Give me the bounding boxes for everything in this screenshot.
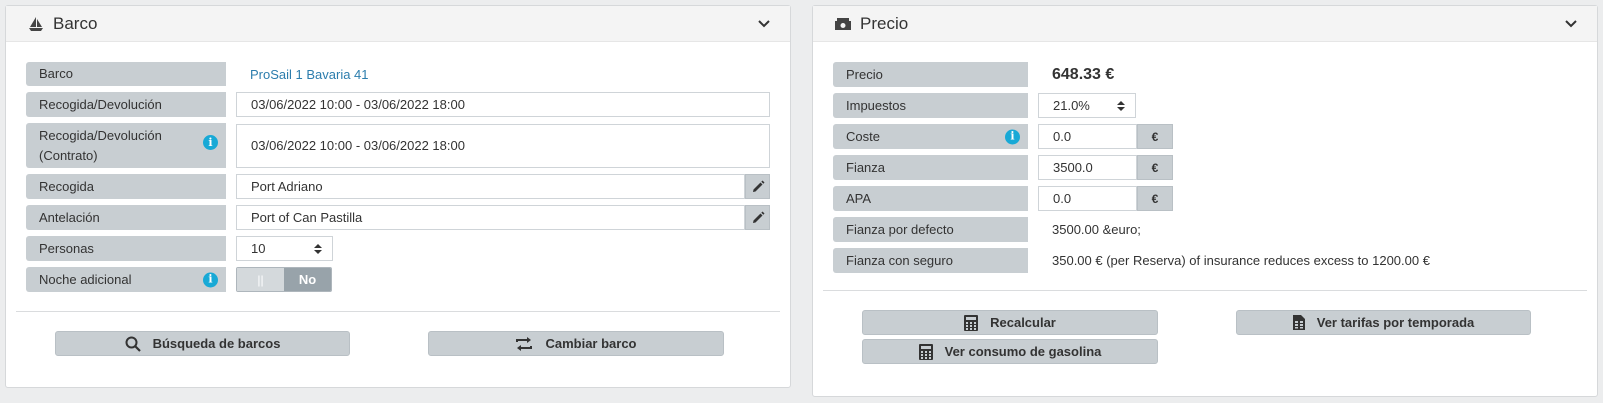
edit-pickup-button[interactable] [745, 174, 770, 199]
field-label: Coste i [833, 124, 1028, 149]
pencil-icon [752, 180, 764, 192]
divider [16, 311, 780, 312]
field-pickup-return: Recogida/Devolución 03/06/2022 10:00 - 0… [26, 92, 770, 117]
sailboat-icon [26, 14, 46, 34]
field-persons: Personas 10 [26, 236, 770, 261]
price-value: 648.33 € [1052, 65, 1115, 83]
change-boat-label: Cambiar barco [545, 336, 637, 351]
calculator-icon [918, 343, 933, 360]
field-label: Antelación [26, 205, 226, 230]
extra-night-toggle[interactable]: || No [236, 267, 332, 292]
search-boats-button[interactable]: Búsqueda de barcos [55, 331, 350, 356]
field-label: Fianza con seguro [833, 248, 1028, 273]
info-icon[interactable]: i [1005, 129, 1020, 144]
price-panel-title: Precio [860, 13, 909, 33]
field-default-deposit: Fianza por defecto 3500.00 &euro; [833, 217, 1577, 242]
field-pickup: Recogida Port Adriano [26, 174, 770, 199]
edit-advance-button[interactable] [745, 205, 770, 230]
default-deposit-value: 3500.00 &euro; [1052, 222, 1141, 237]
sort-icon[interactable] [1117, 100, 1125, 111]
field-label-line2: (Contrato) [39, 147, 98, 163]
boat-panel: Barco Barco ProSail 1 Bavaria 41 Recogid… [5, 5, 791, 388]
deposit-input[interactable]: 3500.0 [1038, 155, 1137, 180]
pickup-return-input[interactable]: 03/06/2022 10:00 - 03/06/2022 18:00 [236, 92, 770, 117]
fuel-consumption-button[interactable]: Ver consumo de gasolina [862, 339, 1158, 364]
field-label-line1: Recogida/Devolución [39, 127, 162, 143]
field-cost: Coste i 0.0 € [833, 124, 1577, 149]
apa-input[interactable]: 0.0 [1038, 186, 1137, 211]
season-rates-label: Ver tarifas por temporada [1316, 315, 1475, 330]
info-icon[interactable]: i [203, 272, 218, 287]
field-label: Precio [833, 62, 1028, 87]
calculator-icon [964, 314, 979, 331]
pickup-input[interactable]: Port Adriano [236, 174, 745, 199]
field-deposit: Fianza 3500.0 € [833, 155, 1577, 180]
cost-input[interactable]: 0.0 [1038, 124, 1137, 149]
taxes-value: 21.0% [1053, 98, 1090, 113]
divider [823, 290, 1587, 291]
field-label: APA [833, 186, 1028, 211]
field-label: Recogida [26, 174, 226, 199]
chevron-down-icon[interactable] [1563, 16, 1579, 32]
exchange-icon [515, 336, 533, 351]
money-icon [833, 14, 853, 34]
field-boat: Barco ProSail 1 Bavaria 41 [26, 62, 770, 86]
euro-addon: € [1137, 186, 1173, 211]
price-panel-header[interactable]: Precio [813, 6, 1597, 42]
field-label-text: Coste [846, 128, 880, 144]
field-advance: Antelación Port of Can Pastilla [26, 205, 770, 230]
field-label: Fianza por defecto [833, 217, 1028, 242]
chevron-down-icon[interactable] [756, 16, 772, 32]
insured-deposit-value: 350.00 € (per Reserva) of insurance redu… [1052, 253, 1430, 268]
field-price: Precio 648.33 € [833, 62, 1577, 87]
field-label: Recogida/Devolución [26, 92, 226, 117]
field-insured-deposit: Fianza con seguro 350.00 € (per Reserva)… [833, 248, 1577, 273]
info-icon[interactable]: i [203, 135, 218, 150]
persons-stepper[interactable]: 10 [236, 236, 333, 261]
recalculate-button[interactable]: Recalcular [862, 310, 1158, 335]
field-pickup-return-contract: Recogida/Devolución (Contrato) i 03/06/2… [26, 123, 770, 168]
field-label: Impuestos [833, 93, 1028, 118]
file-spreadsheet-icon [1292, 315, 1305, 330]
field-taxes: Impuestos 21.0% [833, 93, 1577, 118]
field-label: Fianza [833, 155, 1028, 180]
field-label: Barco [26, 62, 226, 86]
pencil-icon [752, 211, 764, 223]
price-fields: Precio 648.33 € Impuestos 21.0% Coste i … [833, 62, 1577, 279]
persons-value: 10 [251, 241, 266, 256]
change-boat-button[interactable]: Cambiar barco [428, 331, 724, 356]
sort-icon[interactable] [314, 243, 322, 254]
euro-addon: € [1137, 155, 1173, 180]
boat-panel-header[interactable]: Barco [6, 6, 790, 42]
field-label: Recogida/Devolución (Contrato) i [26, 123, 226, 168]
toggle-off-handle[interactable]: || [237, 268, 284, 291]
boat-fields: Barco ProSail 1 Bavaria 41 Recogida/Devo… [26, 62, 770, 298]
price-panel: Precio Precio 648.33 € Impuestos 21.0% C… [812, 5, 1598, 397]
field-label: Noche adicional i [26, 267, 226, 292]
field-extra-night: Noche adicional i || No [26, 267, 770, 292]
search-icon [125, 336, 141, 352]
field-apa: APA 0.0 € [833, 186, 1577, 211]
field-label-text: Noche adicional [39, 271, 132, 287]
toggle-on-label[interactable]: No [284, 268, 331, 291]
recalculate-label: Recalcular [990, 315, 1056, 330]
pickup-return-contract-input[interactable]: 03/06/2022 10:00 - 03/06/2022 18:00 [236, 123, 770, 168]
advance-input[interactable]: Port of Can Pastilla [236, 205, 745, 230]
boat-link[interactable]: ProSail 1 Bavaria 41 [236, 62, 369, 86]
boat-link-text[interactable]: ProSail 1 Bavaria 41 [236, 67, 369, 82]
taxes-select[interactable]: 21.0% [1038, 93, 1136, 118]
fuel-consumption-label: Ver consumo de gasolina [944, 344, 1102, 359]
euro-addon: € [1137, 124, 1173, 149]
field-label: Personas [26, 236, 226, 261]
season-rates-button[interactable]: Ver tarifas por temporada [1236, 310, 1531, 335]
boat-panel-title: Barco [53, 13, 98, 33]
search-boats-label: Búsqueda de barcos [152, 336, 281, 351]
